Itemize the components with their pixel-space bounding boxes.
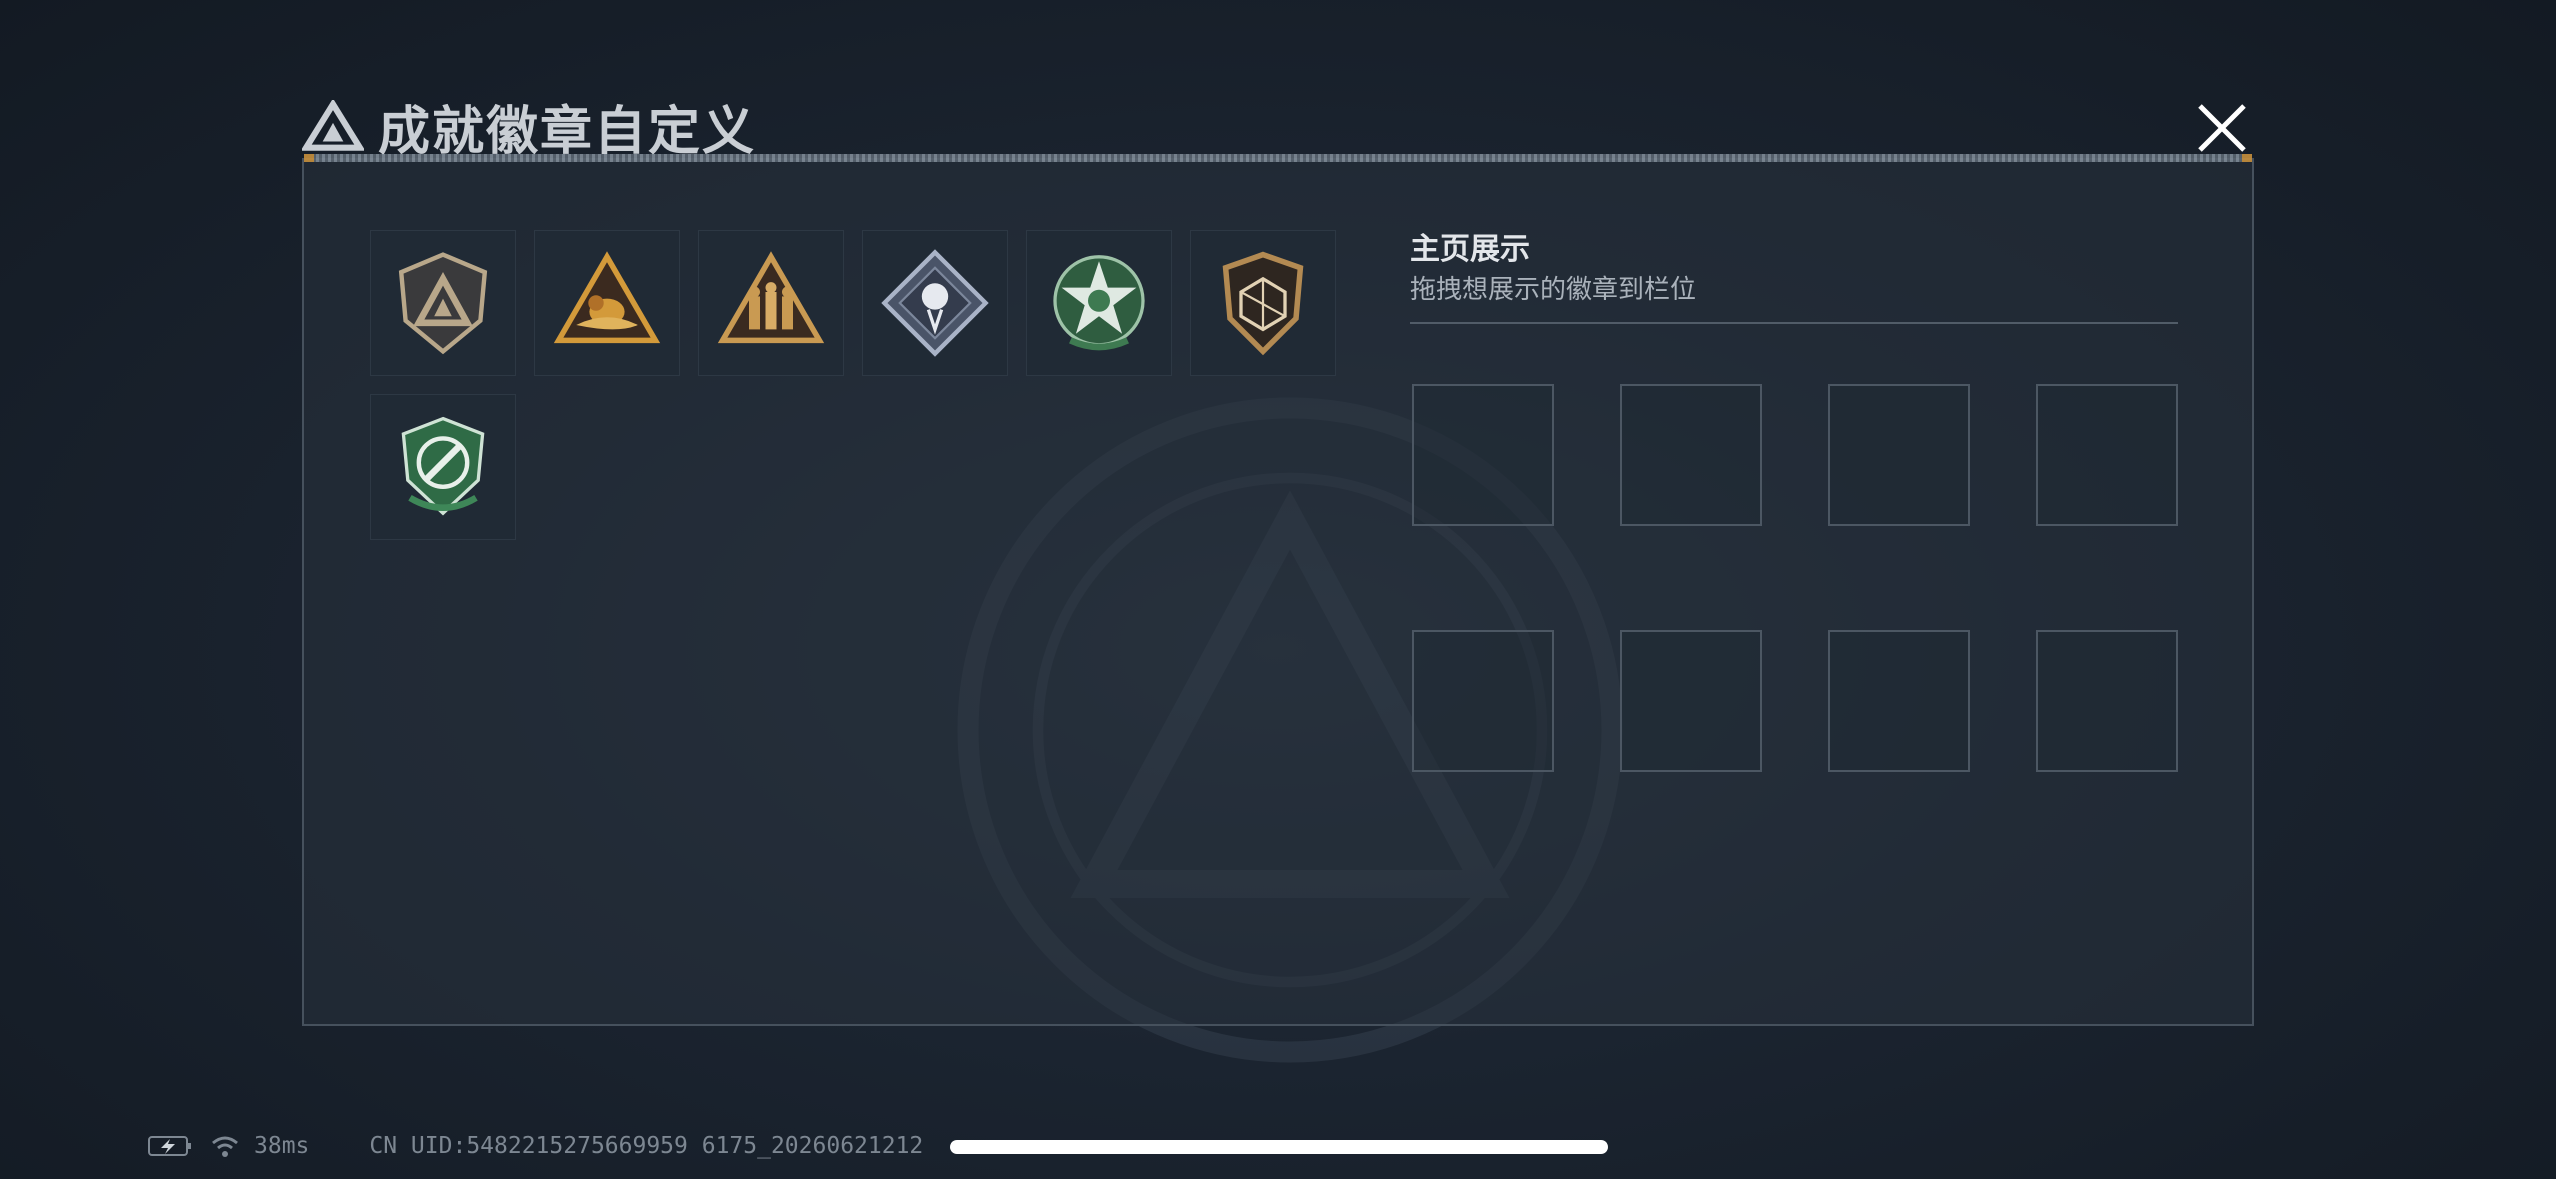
display-slot-6[interactable] [1620,630,1762,772]
panel-top-border [304,154,2252,162]
battery-charging-icon [148,1136,191,1156]
badge-slot-6[interactable] [1190,230,1336,376]
display-slot-4[interactable] [2036,384,2178,526]
uid-readout: CN UID:5482215275669959 6175_20260621212 [369,1133,924,1159]
green-star-badge-icon [1053,255,1145,351]
badge-slot-2[interactable] [534,230,680,376]
badge-customize-panel: 主页展示 拖拽想展示的徽章到栏位 [302,154,2254,1026]
divider [1410,322,2178,324]
display-section-hint: 拖拽想展示的徽章到栏位 [1410,275,1697,305]
display-slot-5[interactable] [1412,630,1554,772]
display-section-title: 主页展示 [1410,232,1530,267]
badge-slot-4[interactable] [862,230,1008,376]
dice-shield-badge-icon [1222,251,1304,356]
homepage-display-area: 主页展示 拖拽想展示的徽章到栏位 [1410,230,2180,772]
status-bar: 38ms CN UID:5482215275669959 6175_202606… [148,1128,923,1164]
home-indicator[interactable] [950,1140,1608,1154]
badge-slot-5[interactable] [1026,230,1172,376]
badge-slot-1[interactable] [370,230,516,376]
display-slot-3[interactable] [1828,384,1970,526]
rose-diamond-badge-icon [881,249,989,357]
soldiers-triangle-badge-icon [717,251,825,344]
badge-inventory-grid [370,230,1350,540]
badge-slot-3[interactable] [698,230,844,376]
wifi-icon [212,1136,238,1157]
target-shield-badge-icon [401,416,485,516]
display-slot-7[interactable] [1828,630,1970,772]
display-slot-grid [1412,384,2178,772]
ping-readout: 38ms [254,1133,310,1159]
triangle-shield-badge-icon [398,252,488,355]
display-slot-2[interactable] [1620,384,1762,526]
display-slot-1[interactable] [1412,384,1554,526]
display-slot-8[interactable] [2036,630,2178,772]
triangle-logo-icon [302,100,364,151]
dialog-header: 成就徽章自定义 [302,88,756,164]
bird-triangle-badge-icon [553,251,661,344]
page-title: 成就徽章自定义 [378,101,757,162]
game-screen: 成就徽章自定义 主页展示 拖拽想展示的徽章到栏位 38ms CN UID:548… [0,0,2556,1179]
badge-slot-7[interactable] [370,394,516,540]
